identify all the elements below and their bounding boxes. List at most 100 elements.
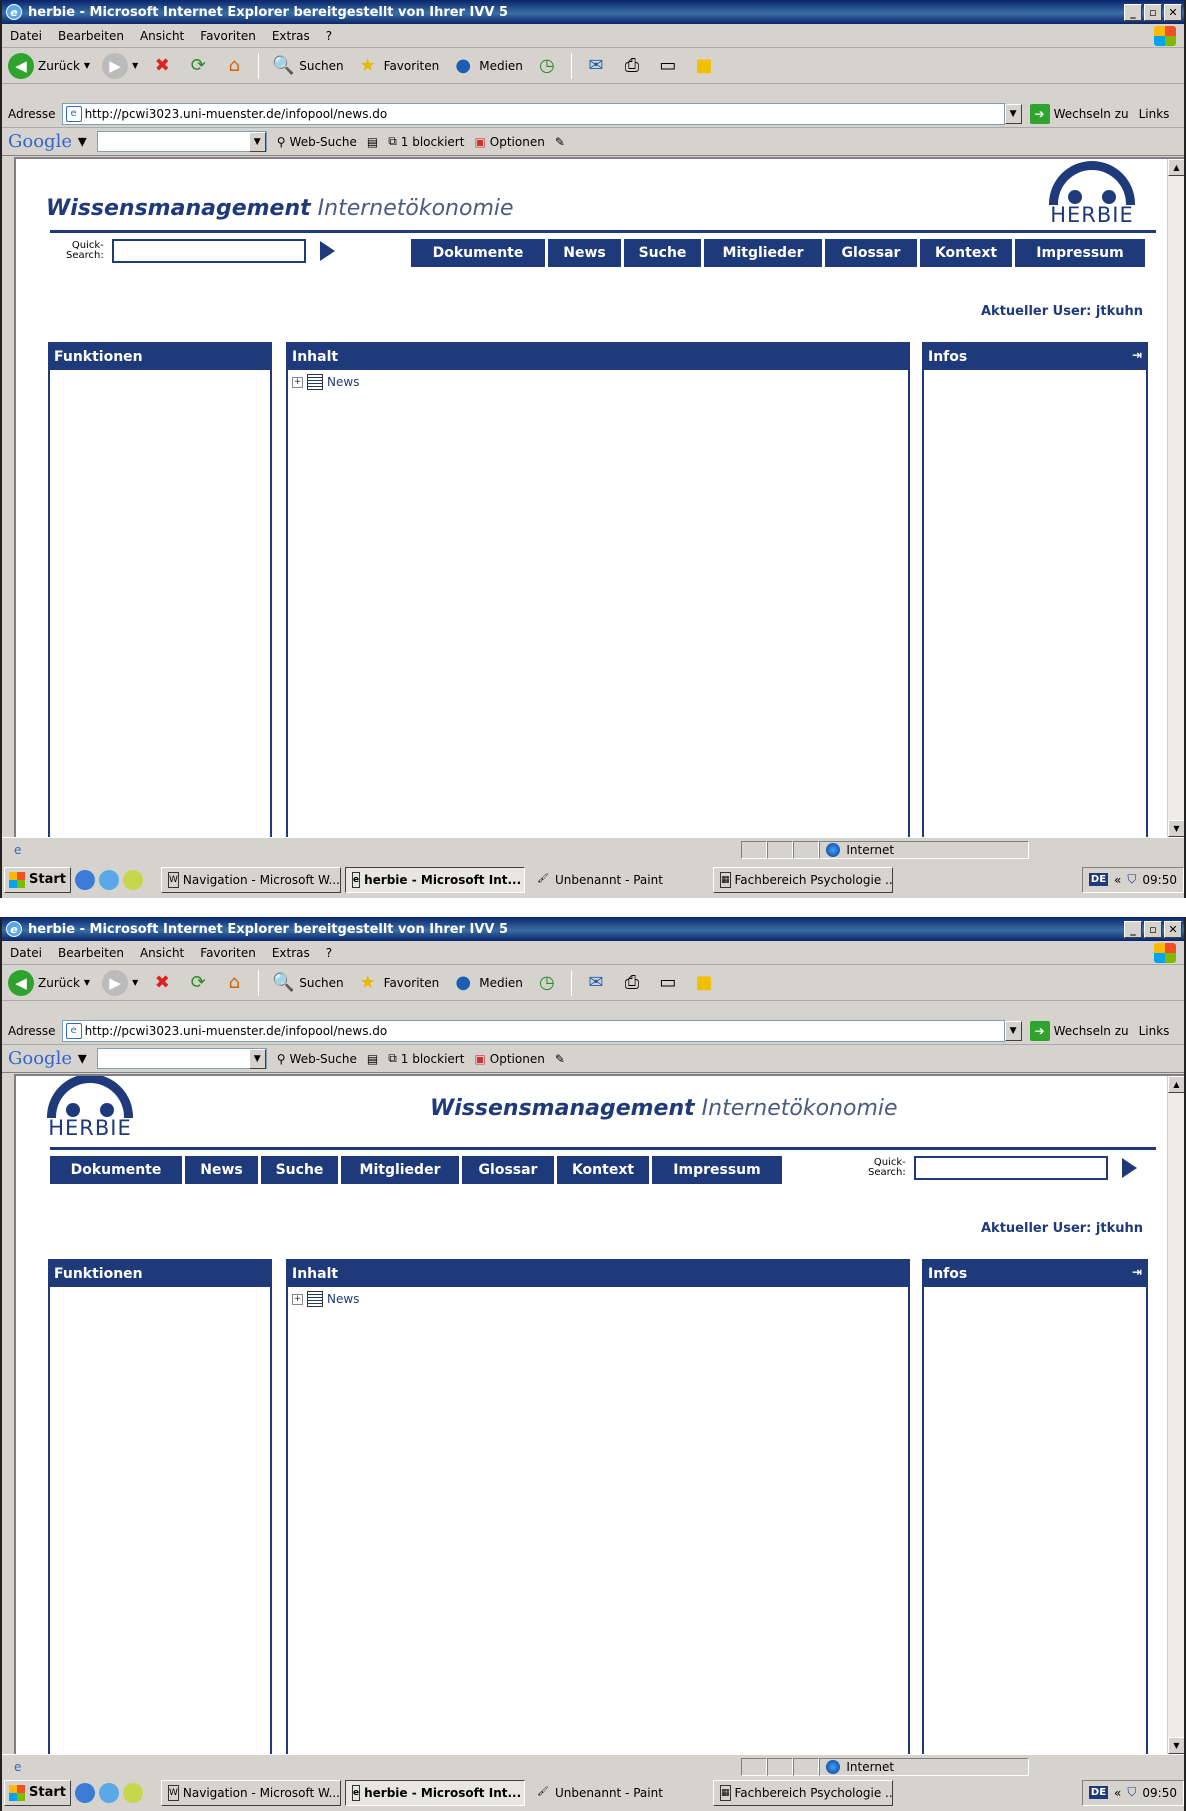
mail-icon[interactable]: ✉ bbox=[584, 971, 608, 995]
news-icon[interactable]: ▤ bbox=[367, 1052, 378, 1066]
language-indicator[interactable]: DE bbox=[1088, 873, 1109, 886]
task-paint[interactable]: 🖌 Unbenannt - Paint bbox=[529, 867, 709, 893]
pen-icon[interactable]: ✎ bbox=[555, 135, 565, 149]
media-button[interactable]: ● Medien bbox=[451, 54, 523, 78]
back-button[interactable]: ◀ Zurück ▼ bbox=[8, 52, 90, 79]
popup-blocker-button[interactable]: ⧉ 1 blockiert bbox=[388, 1051, 464, 1066]
menu-bearbeiten[interactable]: Bearbeiten bbox=[58, 29, 124, 43]
menu-favoriten[interactable]: Favoriten bbox=[200, 946, 256, 960]
menu-datei[interactable]: Datei bbox=[10, 946, 42, 960]
refresh-icon[interactable]: ⟳ bbox=[186, 971, 210, 995]
options-button[interactable]: ▣ Optionen bbox=[474, 135, 544, 149]
nav-news[interactable]: News bbox=[548, 239, 621, 267]
nav-kontext[interactable]: Kontext bbox=[557, 1156, 649, 1184]
maximize-button[interactable]: ▫ bbox=[1144, 920, 1162, 938]
tree-item-news[interactable]: + News bbox=[292, 374, 908, 390]
minimize-button[interactable]: _ bbox=[1124, 3, 1142, 21]
google-dropdown-button[interactable]: ▼ bbox=[248, 1049, 266, 1069]
news-icon[interactable]: ▤ bbox=[367, 135, 378, 149]
expand-icon[interactable]: + bbox=[292, 1293, 303, 1305]
quick-search-input[interactable] bbox=[111, 239, 306, 263]
google-search-input[interactable]: ▼ bbox=[96, 131, 267, 152]
forward-button[interactable]: ▶ ▼ bbox=[102, 52, 138, 79]
start-button[interactable]: Start bbox=[4, 1779, 71, 1806]
media-button[interactable]: ● Medien bbox=[451, 971, 523, 995]
exit-icon[interactable]: ⇥ bbox=[1132, 1265, 1142, 1279]
address-dropdown-button[interactable]: ▼ bbox=[1004, 1020, 1022, 1041]
scroll-down-icon[interactable]: ▼ bbox=[1168, 1737, 1184, 1754]
mail-icon[interactable]: ✉ bbox=[584, 54, 608, 78]
history-icon[interactable]: ◷ bbox=[535, 971, 559, 995]
task-navigation-word[interactable]: W Navigation - Microsoft W... bbox=[160, 1779, 341, 1806]
nav-mitglieder[interactable]: Mitglieder bbox=[704, 239, 822, 267]
stop-icon[interactable]: ✖ bbox=[150, 54, 174, 78]
scroll-up-icon[interactable]: ▲ bbox=[1168, 1076, 1184, 1093]
go-button[interactable]: ➔ Wechseln zu bbox=[1029, 1020, 1129, 1041]
address-input[interactable]: e http://pcwi3023.uni-muenster.de/infopo… bbox=[61, 1019, 1005, 1042]
messenger-icon[interactable]: ■ bbox=[692, 54, 716, 78]
address-dropdown-button[interactable]: ▼ bbox=[1004, 103, 1022, 124]
google-search-input[interactable]: ▼ bbox=[96, 1048, 267, 1069]
scroll-down-icon[interactable]: ▼ bbox=[1168, 820, 1184, 837]
vertical-scrollbar[interactable]: ▲ ▼ bbox=[1167, 159, 1184, 837]
edit-icon[interactable]: ▭ bbox=[656, 971, 680, 995]
favorites-button[interactable]: ★ Favoriten bbox=[356, 54, 440, 78]
menu-favoriten[interactable]: Favoriten bbox=[200, 29, 256, 43]
nav-kontext[interactable]: Kontext bbox=[920, 239, 1012, 267]
favorites-button[interactable]: ★ Favoriten bbox=[356, 971, 440, 995]
messenger-icon[interactable]: ■ bbox=[692, 971, 716, 995]
home-icon[interactable]: ⌂ bbox=[222, 54, 246, 78]
web-search-button[interactable]: ⚲ Web-Suche bbox=[277, 1052, 357, 1066]
task-navigation-word[interactable]: W Navigation - Microsoft W... bbox=[160, 866, 341, 893]
google-dropdown-button[interactable]: ▼ bbox=[248, 132, 266, 152]
address-input[interactable]: e http://pcwi3023.uni-muenster.de/infopo… bbox=[61, 102, 1005, 125]
quicklaunch-desktop-icon[interactable] bbox=[74, 1782, 95, 1803]
quick-search-submit-icon[interactable] bbox=[319, 241, 335, 261]
task-herbie-ie[interactable]: e herbie - Microsoft Int... bbox=[344, 866, 525, 893]
task-paint[interactable]: 🖌 Unbenannt - Paint bbox=[529, 1780, 709, 1806]
tree-item-news[interactable]: + News bbox=[292, 1291, 908, 1307]
edit-icon[interactable]: ▭ bbox=[656, 54, 680, 78]
home-icon[interactable]: ⌂ bbox=[222, 971, 246, 995]
herbie-logo[interactable]: HERBIE bbox=[44, 1076, 136, 1144]
quick-search-submit-icon[interactable] bbox=[1121, 1158, 1137, 1178]
search-button[interactable]: 🔍 Suchen bbox=[271, 54, 344, 78]
popup-blocker-button[interactable]: ⧉ 1 blockiert bbox=[388, 134, 464, 149]
nav-suche[interactable]: Suche bbox=[261, 1156, 338, 1184]
nav-suche[interactable]: Suche bbox=[624, 239, 701, 267]
nav-mitglieder[interactable]: Mitglieder bbox=[341, 1156, 459, 1184]
quicklaunch-media-icon[interactable] bbox=[122, 869, 143, 890]
quick-search-input[interactable] bbox=[913, 1156, 1108, 1180]
shield-icon[interactable]: ⛉ bbox=[1127, 1785, 1136, 1800]
history-icon[interactable]: ◷ bbox=[535, 54, 559, 78]
menu-bearbeiten[interactable]: Bearbeiten bbox=[58, 946, 124, 960]
google-logo[interactable]: Google ▾ bbox=[8, 131, 87, 152]
quicklaunch-ie-icon[interactable] bbox=[98, 1782, 119, 1803]
refresh-icon[interactable]: ⟳ bbox=[186, 54, 210, 78]
menu-extras[interactable]: Extras bbox=[272, 946, 310, 960]
vertical-scrollbar[interactable]: ▲ ▼ bbox=[1167, 1076, 1184, 1754]
tray-expand-button[interactable]: « bbox=[1114, 873, 1121, 887]
menu-datei[interactable]: Datei bbox=[10, 29, 42, 43]
quicklaunch-desktop-icon[interactable] bbox=[74, 869, 95, 890]
menu-ansicht[interactable]: Ansicht bbox=[140, 29, 184, 43]
close-button[interactable]: ✕ bbox=[1164, 3, 1182, 21]
forward-button[interactable]: ▶ ▼ bbox=[102, 969, 138, 996]
exit-icon[interactable]: ⇥ bbox=[1132, 348, 1142, 362]
stop-icon[interactable]: ✖ bbox=[150, 971, 174, 995]
go-button[interactable]: ➔ Wechseln zu bbox=[1029, 103, 1129, 124]
nav-dokumente[interactable]: Dokumente bbox=[50, 1156, 182, 1184]
quicklaunch-ie-icon[interactable] bbox=[98, 869, 119, 890]
menu-help[interactable]: ? bbox=[326, 946, 332, 960]
close-button[interactable]: ✕ bbox=[1164, 920, 1182, 938]
nav-glossar[interactable]: Glossar bbox=[462, 1156, 554, 1184]
language-indicator[interactable]: DE bbox=[1088, 1786, 1109, 1799]
task-psychologie[interactable]: ▦ Fachbereich Psychologie ... bbox=[712, 1779, 893, 1806]
expand-icon[interactable]: + bbox=[292, 376, 303, 388]
back-button[interactable]: ◀ Zurück ▼ bbox=[8, 969, 90, 996]
tree-item-label[interactable]: News bbox=[327, 375, 359, 389]
nav-news[interactable]: News bbox=[185, 1156, 258, 1184]
nav-impressum[interactable]: Impressum bbox=[652, 1156, 782, 1184]
shield-icon[interactable]: ⛉ bbox=[1127, 872, 1136, 887]
menu-ansicht[interactable]: Ansicht bbox=[140, 946, 184, 960]
